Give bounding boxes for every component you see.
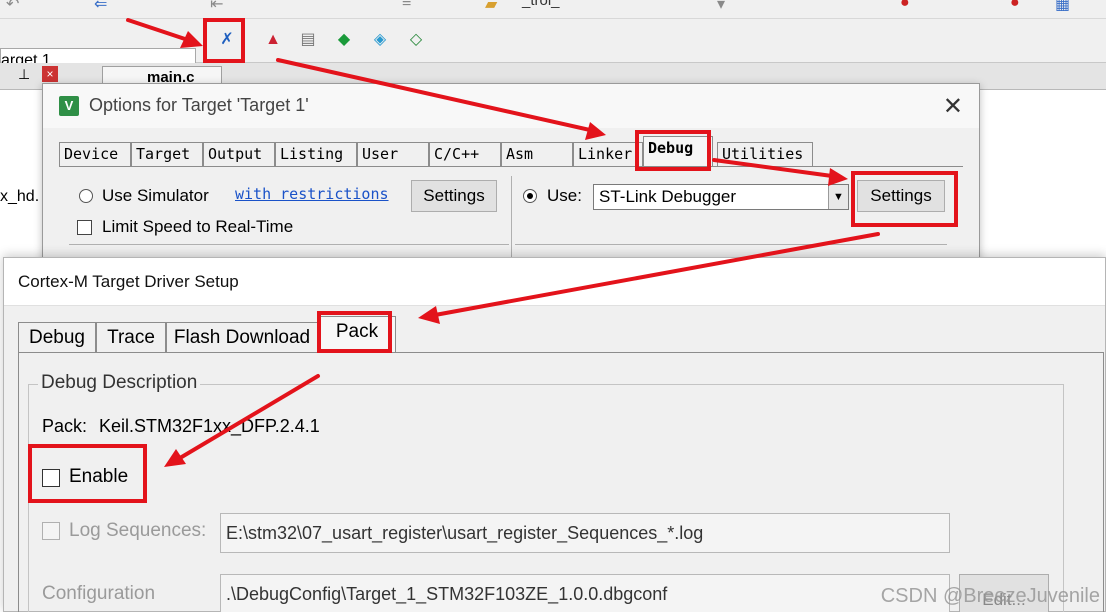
undo-icon[interactable]: ↶ — [6, 0, 19, 14]
tab-asm[interactable]: Asm — [501, 142, 573, 166]
project-file-partial: x_hd. — [0, 188, 40, 205]
debug-description-title: Debug Description — [38, 372, 201, 394]
divider — [69, 244, 509, 245]
tab-linker[interactable]: Linker — [573, 142, 643, 166]
pushpin-icon[interactable]: ⊥ — [18, 66, 30, 83]
pack-value: Keil.STM32F1xx_DFP.2.4.1 — [99, 416, 320, 436]
tab-output[interactable]: Output — [203, 142, 275, 166]
tab-debug[interactable]: Debug — [18, 322, 96, 353]
use-simulator-label: Use Simulator — [102, 186, 209, 205]
keil-uvision-icon: V — [59, 96, 79, 116]
configuration-field[interactable]: .\DebugConfig\Target_1_STM32F103ZE_1.0.0… — [220, 574, 950, 612]
books-icon[interactable]: ▤ — [297, 29, 319, 51]
divider — [515, 244, 947, 245]
ide-main-toolbar: ↶ ⇐ ⇤ ≡ ▰ _trol_ ▾ ● ● ▦ — [0, 0, 1106, 19]
highlight-settings-button — [851, 171, 958, 227]
cortex-m-setup-dialog: Cortex-M Target Driver Setup Debug Trace… — [3, 257, 1106, 612]
configuration-label: Configuration — [42, 583, 156, 604]
pack-installer-icon[interactable]: ◈ — [369, 29, 391, 51]
debugger-select-value: ST-Link Debugger — [599, 187, 737, 206]
breakpoint-icon[interactable]: ● — [900, 0, 910, 12]
options-dialog-titlebar: V Options for Target 'Target 1' ✕ — [43, 84, 979, 128]
close-icon[interactable]: ✕ — [943, 92, 963, 121]
manage-project-icon[interactable]: ▲ — [262, 29, 284, 51]
highlight-enable-checkbox — [28, 444, 147, 503]
indent-icon[interactable]: ⇤ — [210, 0, 223, 14]
tab-trace[interactable]: Trace — [96, 322, 166, 353]
tab-c-cpp[interactable]: C/C++ — [429, 142, 501, 166]
highlight-debug-tab — [635, 130, 711, 171]
options-dialog: V Options for Target 'Target 1' ✕ Device… — [42, 83, 980, 274]
limit-speed-checkbox[interactable] — [77, 220, 92, 235]
window-layout-icon[interactable]: ▦ — [1055, 0, 1070, 14]
highlight-pack-tab — [317, 311, 392, 353]
find-combo-partial[interactable]: _trol_ — [522, 0, 560, 9]
tab-target[interactable]: Target — [131, 142, 203, 166]
close-icon[interactable]: × — [42, 66, 58, 82]
cortex-dialog-titlebar: Cortex-M Target Driver Setup — [4, 258, 1105, 306]
with-restrictions-link[interactable]: with restrictions — [235, 185, 389, 203]
ide-build-toolbar: arget 1 ✗ ▲ ▤ ◆ ◈ ◇ — [0, 19, 1106, 74]
tab-device[interactable]: Device — [59, 142, 131, 166]
tab-utilities[interactable]: Utilities — [717, 142, 813, 166]
watermark: CSDN @BreezeJuvenile — [880, 585, 1100, 607]
log-sequences-checkbox[interactable] — [42, 522, 60, 540]
simulator-settings-button[interactable]: Settings — [411, 180, 497, 212]
comment-icon[interactable]: ≡ — [402, 0, 411, 12]
tab-flash-download[interactable]: Flash Download — [166, 322, 318, 353]
dropdown-icon[interactable]: ▾ — [717, 0, 725, 14]
use-simulator-radio[interactable] — [79, 189, 93, 203]
open-file-icon[interactable]: ▰ — [485, 0, 497, 14]
navigate-back-icon[interactable]: ⇐ — [94, 0, 107, 14]
kill-breakpoints-icon[interactable]: ● — [1010, 0, 1020, 12]
log-sequences-field[interactable]: E:\stm32\07_usart_register\usart_registe… — [220, 513, 950, 553]
highlight-options-icon — [203, 18, 245, 63]
pack-label: Pack: — [42, 416, 88, 436]
limit-speed-label: Limit Speed to Real-Time — [102, 217, 294, 236]
manage-components-icon[interactable]: ◇ — [405, 29, 427, 51]
tab-user[interactable]: User — [357, 142, 429, 166]
tab-listing[interactable]: Listing — [275, 142, 357, 166]
log-sequences-label: Log Sequences: — [69, 520, 207, 541]
use-debugger-radio[interactable] — [523, 189, 537, 203]
use-label: Use: — [547, 186, 582, 205]
cortex-dialog-title: Cortex-M Target Driver Setup — [18, 272, 239, 291]
chevron-down-icon[interactable]: ▼ — [828, 185, 848, 209]
options-dialog-title: Options for Target 'Target 1' — [89, 95, 309, 115]
select-packs-icon[interactable]: ◆ — [333, 29, 355, 51]
debugger-select[interactable]: ST-Link Debugger ▼ — [593, 184, 849, 210]
